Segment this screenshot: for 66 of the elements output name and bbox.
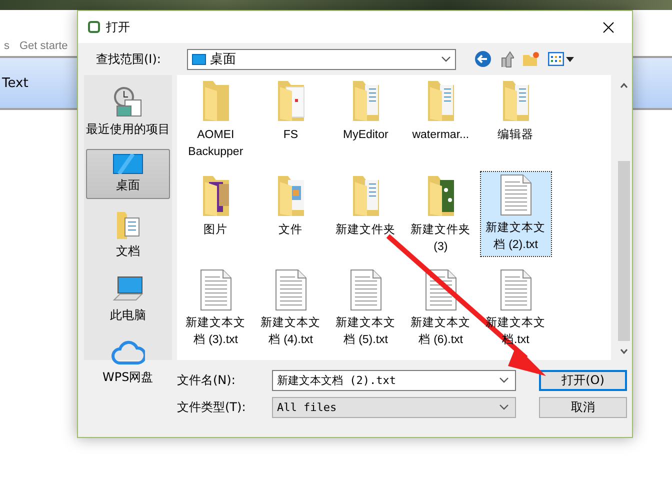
place-item[interactable]: 最近使用的项目	[86, 81, 170, 143]
folder-icon	[426, 79, 456, 123]
file-item[interactable]: watermar...	[406, 77, 476, 144]
file-item[interactable]: 新建文本文档 (4).txt	[256, 267, 326, 349]
caret-icon	[441, 56, 451, 62]
new-folder-button[interactable]	[522, 51, 540, 67]
file-item[interactable]: 新建文本文档 (5).txt	[330, 267, 401, 349]
up-arrow-icon	[500, 50, 514, 68]
header-text: Text	[2, 76, 28, 90]
caret-icon	[566, 56, 574, 62]
look-in-label: 查找范围(I):	[96, 50, 162, 68]
cloud-icon	[110, 340, 145, 366]
dialog-title: 打开	[106, 18, 131, 36]
place-item[interactable]: 桌面	[86, 149, 170, 199]
scroll-up-icon	[620, 83, 628, 88]
caret-icon	[499, 377, 509, 383]
folder-icon	[350, 79, 381, 123]
folder-icon	[200, 174, 231, 218]
cancel-button[interactable]: 取消	[539, 397, 627, 418]
new-folder-icon	[522, 51, 540, 67]
file-item[interactable]: 编辑器	[480, 77, 551, 144]
folder-icon	[350, 174, 381, 218]
view-grid-icon	[548, 52, 564, 66]
file-item[interactable]: 新建文本文档 (6).txt	[406, 267, 476, 349]
folder-icon	[200, 79, 231, 123]
file-name-label: 文件名(N):	[177, 372, 236, 389]
file-item[interactable]: MyEditor	[330, 77, 401, 144]
file-item[interactable]: 文件	[256, 172, 326, 239]
file-type-label: 文件类型(T):	[177, 399, 247, 416]
text-file-icon	[200, 269, 232, 311]
scroll-thumb[interactable]	[618, 160, 630, 340]
folder-icon	[276, 174, 306, 218]
file-name-field[interactable]: 新建文本文档 (2).txt	[272, 370, 516, 391]
file-item[interactable]: FS	[256, 77, 326, 144]
open-button[interactable]: 打开(O)	[539, 370, 627, 391]
file-item[interactable]: 新建文本文档 (3).txt	[180, 267, 251, 349]
text-file-icon	[500, 269, 532, 311]
folder-icon	[426, 174, 456, 218]
file-item[interactable]: 新建文件夹 (3)	[406, 172, 476, 256]
place-item[interactable]: WPS网盘	[86, 335, 170, 391]
caret-icon	[499, 404, 509, 410]
scroll-down-icon	[620, 349, 628, 354]
menu-text: s	[4, 40, 10, 52]
look-in-dropdown[interactable]: 桌面	[187, 48, 456, 70]
close-icon	[602, 22, 614, 32]
place-item[interactable]: 文档	[86, 205, 170, 265]
text-file-icon	[350, 269, 382, 311]
clock-document-icon	[112, 86, 143, 118]
place-item[interactable]: 此电脑	[86, 271, 170, 329]
text-file-icon	[500, 174, 532, 216]
app-icon	[88, 21, 100, 33]
menu-text: Get starte	[20, 40, 68, 52]
desktop-icon	[192, 54, 206, 64]
back-button[interactable]	[474, 50, 492, 68]
up-folder-button[interactable]	[500, 50, 514, 68]
file-type-dropdown[interactable]: All files	[272, 397, 516, 418]
desktop-icon	[112, 154, 143, 174]
folder-icon	[500, 79, 531, 123]
file-item[interactable]: 新建文件夹	[330, 172, 401, 239]
file-item[interactable]: 新建文本文档 (2).txt	[480, 172, 551, 256]
text-file-icon	[274, 269, 307, 311]
documents-folder-icon	[114, 210, 141, 240]
folder-icon	[276, 79, 306, 123]
file-item[interactable]: 图片	[180, 172, 251, 239]
file-item[interactable]: AOMEI Backupper	[180, 77, 251, 161]
view-menu-button[interactable]	[548, 52, 574, 66]
